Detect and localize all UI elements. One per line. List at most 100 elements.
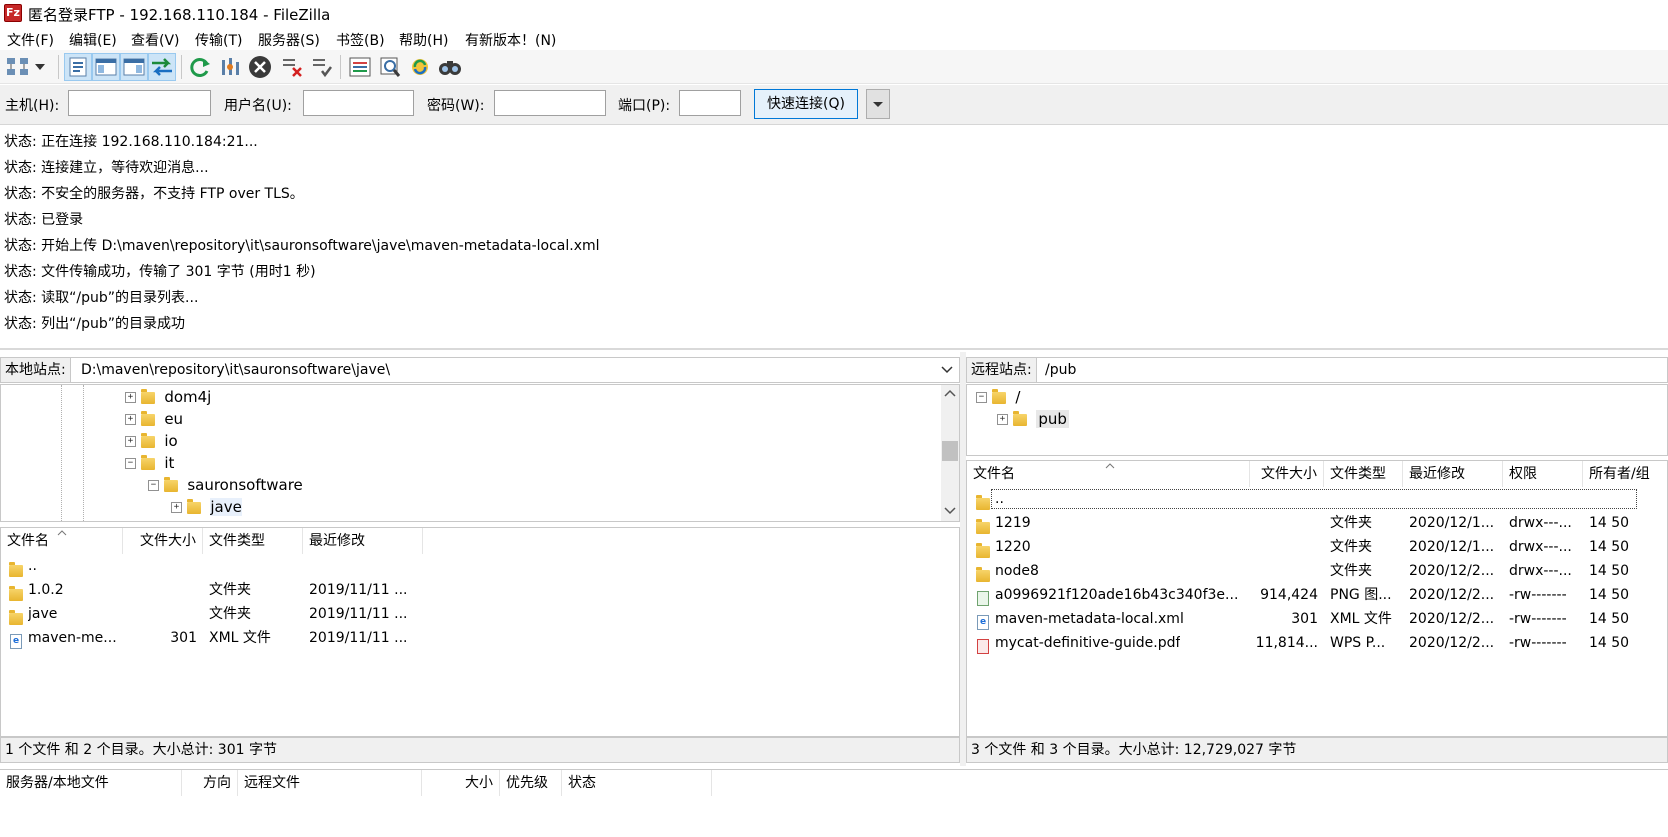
remote-file-list[interactable]: 文件名 文件大小 文件类型 最近修改 权限 所有者/组 .. 1219 文件夹 … xyxy=(966,460,1668,737)
tree-item-sauronsoftware[interactable]: − sauronsoftware xyxy=(148,474,303,496)
remote-path-input[interactable]: /pub xyxy=(1045,358,1076,382)
remote-col-permissions[interactable]: 权限 xyxy=(1503,461,1583,487)
username-label: 用户名(U): xyxy=(224,98,292,114)
cancel-operation-icon[interactable] xyxy=(246,53,274,81)
disconnect-icon[interactable] xyxy=(278,53,306,81)
queue-col-size[interactable]: 大小 xyxy=(422,770,500,796)
menu-bookmarks[interactable]: 书签(B) xyxy=(336,30,385,50)
local-file-row[interactable]: 1.0.2 文件夹 2019/11/11 ... xyxy=(1,579,959,602)
dropdown-arrow-icon[interactable] xyxy=(32,53,48,81)
menu-server[interactable]: 服务器(S) xyxy=(258,30,320,50)
queue-col-direction[interactable]: 方向 xyxy=(182,770,238,796)
folder-icon xyxy=(140,432,155,448)
local-file-row[interactable]: e maven-me... 301 XML 文件 2019/11/11 ... xyxy=(1,627,959,650)
collapse-icon[interactable]: − xyxy=(976,392,987,403)
toolbar xyxy=(0,50,1668,84)
tree-item-it[interactable]: − it xyxy=(125,452,174,474)
expand-icon[interactable]: + xyxy=(125,436,136,447)
expand-icon[interactable]: + xyxy=(171,502,182,513)
local-directory-tree[interactable]: + dom4j + eu + io − it − sauronsoftware … xyxy=(0,384,960,522)
quickconnect-button[interactable]: 快速连接(Q) xyxy=(754,89,858,119)
xml-file-icon: e xyxy=(10,633,22,649)
local-site-label: 本地站点: xyxy=(1,358,71,382)
quickconnect-bar: 主机(H): 用户名(U): 密码(W): 端口(P): 快速连接(Q) xyxy=(0,85,1668,125)
menu-new-version[interactable]: 有新版本！(N) xyxy=(465,30,556,50)
directory-comparison-icon[interactable] xyxy=(406,53,434,81)
remote-file-row[interactable]: a0996921f120ade16b43c340f3e... 914,424 P… xyxy=(967,584,1667,607)
remote-col-type[interactable]: 文件类型 xyxy=(1324,461,1403,487)
message-log[interactable]: 状态: 正在连接 192.168.110.184:21... 状态: 连接建立，… xyxy=(0,126,1668,350)
quickconnect-history-dropdown[interactable] xyxy=(866,89,890,119)
host-input[interactable] xyxy=(68,90,211,116)
toggle-local-tree-icon[interactable] xyxy=(92,53,120,81)
chevron-down-icon[interactable] xyxy=(941,365,953,375)
remote-file-row[interactable]: mycat-definitive-guide.pdf 11,814... WPS… xyxy=(967,632,1667,655)
chevron-down-icon xyxy=(873,102,883,107)
local-file-row[interactable]: jave 文件夹 2019/11/11 ... xyxy=(1,603,959,626)
toolbar-separator xyxy=(58,55,59,79)
local-path-input[interactable]: D:\maven\repository\it\sauronsoftware\ja… xyxy=(81,358,390,382)
remote-col-modified[interactable]: 最近修改 xyxy=(1403,461,1503,487)
remote-file-row[interactable]: node8 文件夹 2020/12/2... drwx---... 14 50 xyxy=(967,560,1667,583)
directory-filters-icon[interactable] xyxy=(346,53,374,81)
expand-icon[interactable]: + xyxy=(997,414,1008,425)
expand-icon[interactable]: + xyxy=(125,392,136,403)
queue-col-server-local-file[interactable]: 服务器/本地文件 xyxy=(0,770,182,796)
port-input[interactable] xyxy=(679,90,741,116)
menu-view[interactable]: 查看(V) xyxy=(131,30,180,50)
menu-transfer[interactable]: 传输(T) xyxy=(195,30,242,50)
folder-icon xyxy=(991,388,1006,404)
local-file-row[interactable]: .. xyxy=(1,555,959,578)
search-files-icon[interactable] xyxy=(436,53,464,81)
menu-help[interactable]: 帮助(H) xyxy=(399,30,448,50)
toggle-remote-tree-icon[interactable] xyxy=(120,53,148,81)
host-label: 主机(H): xyxy=(5,98,60,114)
local-path-bar: 本地站点: D:\maven\repository\it\sauronsoftw… xyxy=(0,357,960,383)
scrollbar-thumb[interactable] xyxy=(942,441,958,461)
menu-file[interactable]: 文件(F) xyxy=(7,30,54,50)
folder-icon xyxy=(9,562,23,577)
scroll-down-arrow-icon[interactable] xyxy=(944,507,956,515)
local-tree-scrollbar[interactable] xyxy=(941,385,959,521)
tree-guide-line xyxy=(61,385,62,521)
collapse-icon[interactable]: − xyxy=(148,480,159,491)
local-col-size[interactable]: 文件大小 xyxy=(123,528,203,554)
tree-item-io[interactable]: + io xyxy=(125,430,178,452)
log-line: 状态: 不安全的服务器，不支持 FTP over TLS。 xyxy=(4,186,304,202)
process-queue-icon[interactable] xyxy=(216,53,244,81)
remote-directory-tree[interactable]: − / + pub xyxy=(966,384,1668,456)
remote-file-row[interactable]: 1219 文件夹 2020/12/1... drwx---... 14 50 xyxy=(967,512,1667,535)
transfer-queue[interactable]: 服务器/本地文件 方向 远程文件 大小 优先级 状态 xyxy=(0,769,1668,837)
toggle-message-log-icon[interactable] xyxy=(64,53,92,81)
username-input[interactable] xyxy=(303,90,414,116)
toolbar-separator xyxy=(181,55,182,79)
remote-file-row[interactable]: .. xyxy=(967,488,1667,511)
scroll-up-arrow-icon[interactable] xyxy=(944,389,956,397)
site-manager-icon[interactable] xyxy=(4,53,32,81)
tree-item-eu[interactable]: + eu xyxy=(125,408,183,430)
tree-item-dom4j[interactable]: + dom4j xyxy=(125,386,211,408)
queue-col-remote-file[interactable]: 远程文件 xyxy=(238,770,422,796)
remote-file-row[interactable]: 1220 文件夹 2020/12/1... drwx---... 14 50 xyxy=(967,536,1667,559)
tree-item-root[interactable]: − / xyxy=(976,386,1020,408)
remote-col-owner[interactable]: 所有者/组 xyxy=(1583,461,1667,487)
password-input[interactable] xyxy=(494,90,606,116)
tree-item-jave[interactable]: + jave xyxy=(171,496,242,518)
queue-col-priority[interactable]: 优先级 xyxy=(500,770,562,796)
remote-col-size[interactable]: 文件大小 xyxy=(1250,461,1324,487)
reconnect-icon[interactable] xyxy=(308,53,336,81)
refresh-icon[interactable] xyxy=(186,53,214,81)
toggle-transfer-queue-icon[interactable] xyxy=(148,53,176,81)
log-line: 状态: 文件传输成功，传输了 301 字节 (用时1 秒) xyxy=(4,264,316,280)
local-col-modified[interactable]: 最近修改 xyxy=(303,528,423,554)
collapse-icon[interactable]: − xyxy=(125,458,136,469)
menu-edit[interactable]: 编辑(E) xyxy=(69,30,117,50)
local-status-bar: 1 个文件 和 2 个目录。大小总计: 301 字节 xyxy=(0,737,960,763)
expand-icon[interactable]: + xyxy=(125,414,136,425)
local-col-type[interactable]: 文件类型 xyxy=(203,528,303,554)
local-file-list[interactable]: 文件名 文件大小 文件类型 最近修改 .. 1.0.2 文件夹 2019/11/… xyxy=(0,527,960,737)
queue-col-status[interactable]: 状态 xyxy=(562,770,712,796)
remote-file-row[interactable]: e maven-metadata-local.xml 301 XML 文件 20… xyxy=(967,608,1667,631)
toggle-sync-browsing-icon[interactable] xyxy=(376,53,404,81)
tree-item-pub[interactable]: + pub xyxy=(997,408,1069,430)
